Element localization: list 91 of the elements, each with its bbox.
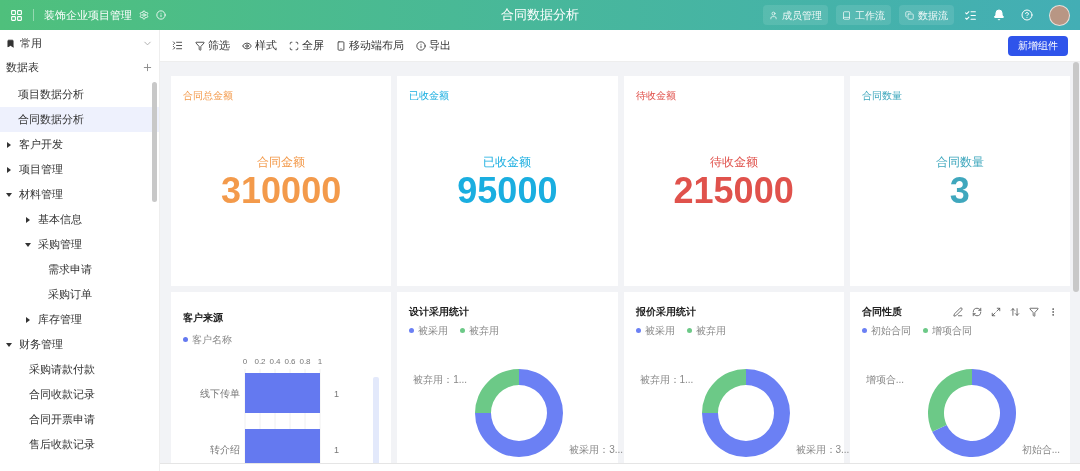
scrollbar-thumb[interactable] xyxy=(152,82,157,202)
slice-label: 被弃用：1... xyxy=(413,373,468,387)
toolbar-button[interactable]: 移动端布局 xyxy=(336,37,404,54)
app-grid-icon[interactable] xyxy=(10,8,23,22)
sidebar-item[interactable]: 采购请款付款 xyxy=(0,357,159,382)
slice-label: 被采用：3... xyxy=(569,443,624,457)
sidebar-group[interactable]: 基本信息 xyxy=(38,211,82,228)
caret-down-icon[interactable] xyxy=(6,191,12,198)
help-icon[interactable] xyxy=(1021,9,1033,21)
sidebar-section[interactable]: 常用 xyxy=(20,34,42,52)
sidebar-group[interactable]: 材料管理 xyxy=(19,186,63,203)
sidebar-group[interactable]: 客户开发 xyxy=(19,136,63,153)
slice-label: 初始合... xyxy=(1021,443,1061,457)
legend-label[interactable]: 增项合同 xyxy=(931,323,972,338)
sidebar-group[interactable]: 项目管理 xyxy=(19,161,63,178)
add-component-button[interactable]: 新增组件 xyxy=(1008,35,1068,56)
bell-icon[interactable] xyxy=(993,9,1005,21)
card-title: 合同数量 xyxy=(861,89,903,103)
sidebar-item[interactable]: 合同开票申请 xyxy=(0,407,159,432)
card-title: 合同总金额 xyxy=(183,89,234,103)
legend-label[interactable]: 被弃用 xyxy=(469,323,500,338)
avatar[interactable] xyxy=(1049,4,1070,26)
axis-tick-label: 0.2 xyxy=(254,357,266,366)
collapse-icon[interactable] xyxy=(172,40,183,51)
settings-icon[interactable] xyxy=(139,10,149,20)
axis-tick-label: 0.4 xyxy=(269,357,281,366)
sort-icon[interactable] xyxy=(1010,306,1020,317)
sidebar-item[interactable]: 合同数据分析 xyxy=(0,107,159,132)
caret-right-icon[interactable] xyxy=(6,141,12,148)
filter-icon[interactable] xyxy=(1029,306,1039,317)
category-label: 线下传单 xyxy=(200,388,240,399)
page-title: 合同数据分析 xyxy=(501,6,579,25)
stat-value: 310000 xyxy=(221,170,342,211)
legend-label[interactable]: 客户名称 xyxy=(192,332,232,347)
bookmark-icon xyxy=(6,38,15,48)
stat-label: 已收金额 xyxy=(483,153,532,171)
sidebar-item[interactable]: 售后收款记录 xyxy=(0,432,159,457)
axis-tick-label: 1 xyxy=(317,357,323,366)
stat-value: 3 xyxy=(949,170,970,211)
toolbar-button[interactable]: 样式 xyxy=(242,37,277,54)
caret-down-icon[interactable] xyxy=(25,241,31,248)
sidebar-section: 数据表 xyxy=(6,58,39,76)
value-label: 1 xyxy=(334,445,339,455)
stat-label: 待收金额 xyxy=(709,153,758,171)
zoom-slider-track[interactable] xyxy=(373,377,379,463)
card-title: 客户来源 xyxy=(183,312,223,323)
add-icon[interactable] xyxy=(142,61,153,73)
caret-right-icon[interactable] xyxy=(25,316,31,323)
toolbar-button[interactable]: 全屏 xyxy=(289,37,324,54)
card-title: 合同性质 xyxy=(861,305,902,319)
fullscreen-icon xyxy=(289,40,299,51)
category-label: 转介绍 xyxy=(210,444,240,455)
sidebar-group[interactable]: 采购管理 xyxy=(38,236,82,253)
sidebar-item[interactable]: 采购订单 xyxy=(0,282,159,307)
card-title: 报价采用统计 xyxy=(635,305,696,319)
value-label: 1 xyxy=(334,389,339,399)
sidebar-group[interactable]: 财务管理 xyxy=(19,336,63,353)
refresh-icon[interactable] xyxy=(972,306,982,317)
sidebar-item[interactable]: 项目数据分析 xyxy=(0,82,159,107)
scrollbar-thumb[interactable] xyxy=(1073,62,1079,292)
slice-label: 被弃用：1... xyxy=(639,373,694,387)
edit-icon[interactable] xyxy=(953,306,963,317)
card-title: 已收金额 xyxy=(409,89,451,103)
card-title: 设计采用统计 xyxy=(409,305,470,319)
sidebar-item[interactable]: 需求申请 xyxy=(0,257,159,282)
sidebar-group[interactable]: 库存管理 xyxy=(38,311,82,328)
legend-label[interactable]: 被采用 xyxy=(418,323,449,338)
slice-label: 增项合... xyxy=(865,373,905,387)
axis-tick-label: 0 xyxy=(242,357,248,366)
legend-label[interactable]: 初始合同 xyxy=(870,323,911,338)
expand-icon[interactable] xyxy=(991,306,1001,317)
legend-label[interactable]: 被采用 xyxy=(644,323,675,338)
sidebar-item[interactable]: 合同收款记录 xyxy=(0,382,159,407)
axis-tick-label: 0.8 xyxy=(299,357,311,366)
stat-label: 合同金额 xyxy=(257,153,306,171)
stat-value: 215000 xyxy=(673,170,794,211)
stat-label: 合同数量 xyxy=(935,153,984,171)
toolbar-button[interactable]: 筛选 xyxy=(195,37,230,54)
caret-down-icon[interactable] xyxy=(6,341,12,348)
caret-right-icon[interactable] xyxy=(25,216,31,223)
filter-icon xyxy=(195,40,205,51)
caret-right-icon[interactable] xyxy=(6,166,12,173)
card-title: 待收金额 xyxy=(635,89,677,103)
members-icon xyxy=(769,10,778,20)
toolbar-button[interactable]: 导出 xyxy=(416,37,451,54)
axis-tick-label: 0.6 xyxy=(284,357,296,366)
stat-value: 95000 xyxy=(457,170,558,211)
list-icon[interactable] xyxy=(964,8,977,22)
legend-label[interactable]: 被弃用 xyxy=(695,323,726,338)
mobile-icon xyxy=(336,40,346,51)
slice-label: 被采用：3... xyxy=(795,443,850,457)
